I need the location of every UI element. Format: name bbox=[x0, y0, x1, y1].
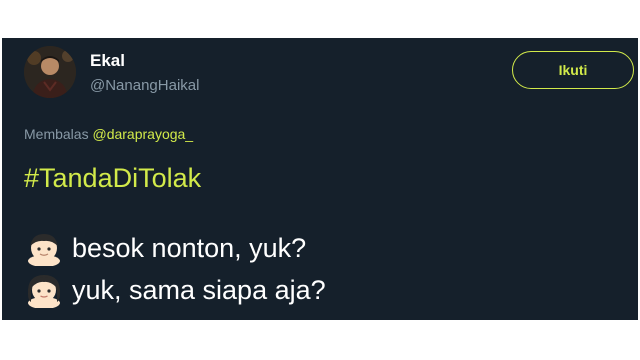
reply-mention-link[interactable]: @daraprayoga_ bbox=[92, 126, 193, 142]
boy-face-icon bbox=[28, 234, 60, 266]
user-handle[interactable]: @NanangHaikal bbox=[90, 77, 199, 95]
tweet-line: besok nonton, yuk? bbox=[24, 230, 306, 266]
tweet-line-text: yuk, sama siapa aja? bbox=[72, 275, 326, 305]
girl-face-icon bbox=[27, 275, 61, 308]
tweet-line-text: besok nonton, yuk? bbox=[72, 233, 307, 263]
reply-prefix: Membalas bbox=[24, 126, 89, 142]
tweet-line: yuk, sama siapa aja? bbox=[24, 272, 326, 308]
avatar[interactable] bbox=[24, 46, 76, 98]
display-name[interactable]: Ekal bbox=[90, 51, 125, 71]
avatar-photo bbox=[24, 46, 76, 98]
reply-context: Membalas @daraprayoga_ bbox=[24, 125, 193, 143]
tweet-card: Ekal @NanangHaikal Ikuti Membalas @darap… bbox=[2, 38, 638, 320]
hashtag-link[interactable]: #TandaDiTolak bbox=[24, 162, 201, 194]
follow-button[interactable]: Ikuti bbox=[512, 51, 634, 89]
